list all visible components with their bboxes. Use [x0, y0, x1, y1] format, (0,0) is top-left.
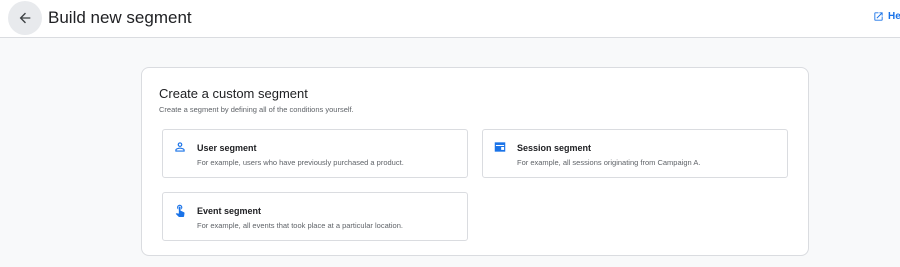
event-segment-title: Event segment	[197, 206, 262, 216]
person-icon	[175, 142, 185, 152]
event-segment-description: For example, all events that took place …	[197, 221, 403, 230]
help-link[interactable]: He	[873, 11, 900, 22]
session-segment-title: Session segment	[517, 143, 592, 153]
user-segment-option[interactable]: User segment For example, users who have…	[162, 129, 468, 178]
session-icon	[494, 142, 506, 152]
page-title: Build new segment	[48, 8, 192, 27]
user-segment-title: User segment	[197, 143, 257, 153]
session-segment-option[interactable]: Session segment For example, all session…	[482, 129, 788, 178]
back-button[interactable]	[8, 1, 42, 35]
touch-icon	[175, 204, 185, 217]
arrow-back-icon	[19, 12, 31, 24]
help-link-label: He	[888, 11, 900, 22]
session-segment-description: For example, all sessions originating fr…	[517, 158, 701, 167]
user-segment-description: For example, users who have previously p…	[197, 158, 404, 167]
event-segment-option[interactable]: Event segment For example, all events th…	[162, 192, 468, 241]
card-title: Create a custom segment	[159, 86, 308, 101]
card-subtitle: Create a segment by defining all of the …	[159, 105, 354, 114]
top-bar: Build new segment He	[0, 0, 900, 38]
open-in-new-icon	[874, 12, 883, 21]
custom-segment-card: Create a custom segment Create a segment…	[141, 67, 809, 256]
